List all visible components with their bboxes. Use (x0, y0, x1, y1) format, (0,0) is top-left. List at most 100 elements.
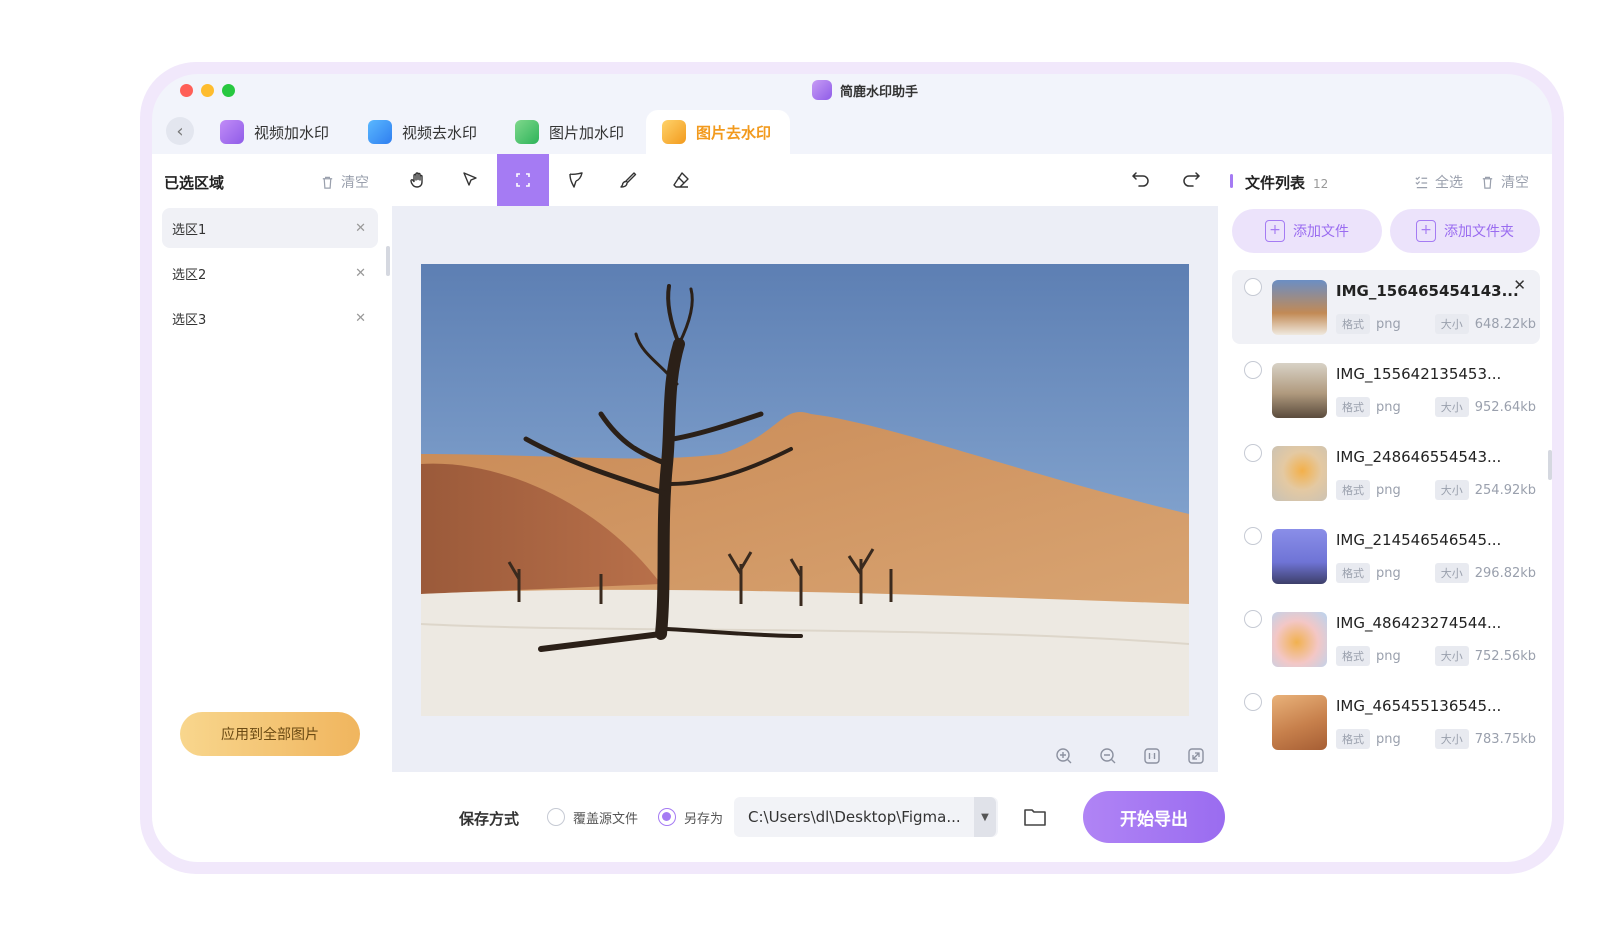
remove-region-icon[interactable]: ✕ (355, 266, 366, 281)
overwrite-label: 覆盖源文件 (573, 812, 639, 827)
file-item[interactable]: IMG_465455136545... 格式 png 大小 783.75kb (1232, 685, 1540, 759)
file-meta: 格式 png 大小 783.75kb (1336, 729, 1536, 749)
add-folder-icon: + (1416, 220, 1436, 242)
desert-tree-image (421, 264, 1189, 716)
app-logo-icon (812, 80, 832, 100)
redo-button[interactable] (1166, 154, 1218, 206)
file-count: 12 (1313, 177, 1329, 191)
file-thumbnail (1272, 612, 1327, 667)
eraser-tool-button[interactable] (655, 154, 707, 206)
brush-tool-button[interactable] (602, 154, 654, 206)
file-name: IMG_465455136545... (1336, 697, 1502, 715)
eraser-icon (673, 172, 689, 188)
brush-icon (620, 172, 637, 188)
select-all-button[interactable]: 全选 (1414, 172, 1463, 192)
file-checkbox[interactable] (1244, 610, 1262, 628)
file-checkbox[interactable] (1244, 444, 1262, 462)
file-meta: 格式 png 大小 952.64kb (1336, 397, 1536, 417)
file-item[interactable]: IMG_156465454143... 格式 png 大小 648.22kb ✕ (1232, 270, 1540, 344)
clear-regions-button[interactable]: 清空 (320, 172, 369, 192)
file-item[interactable]: IMG_248646554543... 格式 png 大小 254.92kb (1232, 436, 1540, 510)
main-content: 已选区域 清空 选区1 ✕ 选区2 ✕ 选区3 ✕ 应用到全部图片 保存方式 覆… (152, 154, 1552, 862)
file-list-title: 文件列表 12 (1230, 172, 1328, 193)
output-path-text: C:\Users\dl\Desktop\Figma... (748, 808, 961, 826)
tab-video-remove-watermark[interactable]: 视频去水印 (352, 110, 493, 154)
video-remove-watermark-icon (368, 120, 392, 144)
undo-icon (1131, 172, 1149, 187)
pointer-tool-button[interactable] (444, 154, 496, 206)
tab-image-add-watermark[interactable]: 图片加水印 (499, 110, 640, 154)
chevron-left-icon: ‹ (176, 120, 184, 142)
rect-select-icon (516, 173, 530, 187)
undo-button[interactable] (1114, 154, 1166, 206)
remove-region-icon[interactable]: ✕ (355, 221, 366, 236)
file-meta: 格式 png 大小 752.56kb (1336, 646, 1536, 666)
add-file-icon: + (1265, 220, 1285, 242)
rect-select-tool-button[interactable] (497, 154, 549, 206)
tab-video-add-watermark[interactable]: 视频加水印 (204, 110, 345, 154)
image-remove-watermark-icon (662, 120, 686, 144)
hand-tool-button[interactable] (392, 154, 444, 206)
folder-icon[interactable] (1022, 804, 1048, 830)
file-list-scrollbar[interactable] (1548, 450, 1552, 480)
tab-image-remove-watermark[interactable]: 图片去水印 (646, 110, 790, 154)
hand-icon (410, 172, 423, 188)
start-export-button[interactable]: 开始导出 (1083, 791, 1225, 843)
region-item[interactable]: 选区3 ✕ (162, 298, 378, 338)
file-meta: 格式 png 大小 296.82kb (1336, 563, 1536, 583)
video-watermark-icon (220, 120, 244, 144)
trash-icon (322, 176, 333, 189)
file-thumbnail (1272, 695, 1327, 750)
window-controls (180, 84, 235, 97)
app-window: 简鹿水印助手 ‹ 视频加水印 视频去水印 图片加水印 图片去水印 已选区域 清空… (152, 74, 1552, 862)
maximize-window-button[interactable] (222, 84, 235, 97)
selected-regions-title: 已选区域 (164, 174, 225, 192)
desert-photo[interactable] (421, 264, 1189, 716)
file-thumbnail (1272, 280, 1327, 335)
file-item[interactable]: IMG_155642135453... 格式 png 大小 952.64kb (1232, 353, 1540, 427)
file-item[interactable]: IMG_486423274544... 格式 png 大小 752.56kb (1232, 602, 1540, 676)
image-canvas[interactable] (392, 206, 1218, 772)
file-checkbox[interactable] (1244, 693, 1262, 711)
checklist-icon (1415, 175, 1428, 188)
file-thumbnail (1272, 446, 1327, 501)
fit-screen-icon[interactable] (1186, 746, 1206, 766)
zoom-out-icon[interactable] (1098, 746, 1118, 766)
apply-to-all-button[interactable]: 应用到全部图片 (180, 712, 360, 756)
trash-icon (1482, 176, 1493, 189)
file-name: IMG_486423274544... (1336, 614, 1502, 632)
file-checkbox[interactable] (1244, 361, 1262, 379)
pointer-icon (463, 172, 477, 186)
file-item[interactable]: IMG_214546546545... 格式 png 大小 296.82kb (1232, 519, 1540, 593)
app-title: 简鹿水印助手 (812, 80, 918, 100)
file-checkbox[interactable] (1244, 278, 1262, 296)
add-folder-button[interactable]: + 添加文件夹 (1390, 209, 1540, 253)
save-as-label: 另存为 (684, 812, 724, 827)
back-button[interactable]: ‹ (166, 117, 194, 145)
redo-icon (1183, 172, 1201, 187)
output-path-select[interactable]: C:\Users\dl\Desktop\Figma... ▼ (734, 797, 998, 837)
remove-region-icon[interactable]: ✕ (355, 311, 366, 326)
file-name: IMG_156465454143... (1336, 282, 1519, 300)
minimize-window-button[interactable] (201, 84, 214, 97)
clear-files-button[interactable]: 清空 (1480, 172, 1529, 192)
close-window-button[interactable] (180, 84, 193, 97)
file-checkbox[interactable] (1244, 527, 1262, 545)
region-item[interactable]: 选区1 ✕ (162, 208, 378, 248)
file-meta: 格式 png 大小 648.22kb (1336, 314, 1536, 334)
region-item[interactable]: 选区2 ✕ (162, 253, 378, 293)
image-watermark-icon (515, 120, 539, 144)
region-list-scrollbar[interactable] (386, 246, 390, 276)
actual-size-icon[interactable] (1142, 746, 1162, 766)
file-name: IMG_248646554543... (1336, 448, 1502, 466)
lasso-tool-button[interactable] (550, 154, 602, 206)
save-mode-label: 保存方式 (459, 810, 520, 828)
save-as-radio[interactable] (658, 808, 676, 826)
remove-file-icon[interactable]: ✕ (1513, 276, 1526, 294)
chevron-down-icon[interactable]: ▼ (974, 797, 996, 837)
file-meta: 格式 png 大小 254.92kb (1336, 480, 1536, 500)
overwrite-radio[interactable] (547, 808, 565, 826)
add-file-button[interactable]: + 添加文件 (1232, 209, 1382, 253)
lasso-icon (569, 172, 583, 188)
zoom-in-icon[interactable] (1054, 746, 1074, 766)
